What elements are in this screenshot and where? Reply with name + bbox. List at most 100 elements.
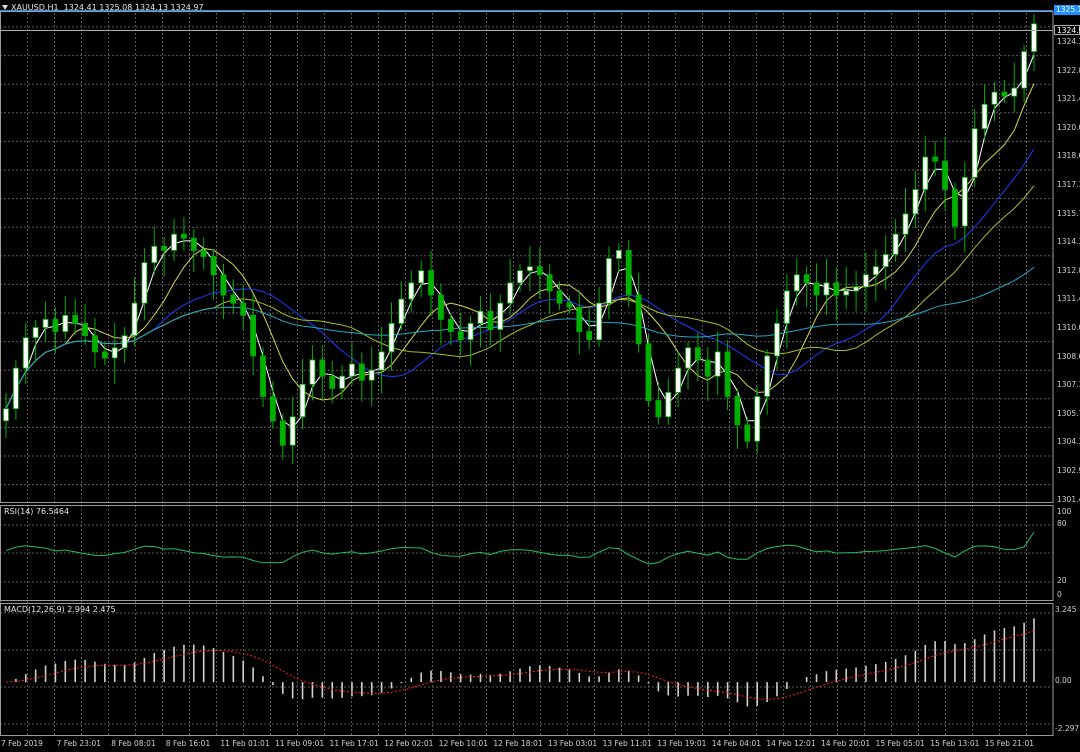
candle-body	[82, 323, 88, 337]
candle-body	[704, 359, 711, 377]
time-tick-label: 11 Feb 09:01	[275, 739, 325, 748]
candlestick-series	[3, 13, 1037, 465]
ma-fast-line	[5, 54, 1035, 429]
candle-body	[744, 424, 751, 442]
candle-body	[724, 351, 731, 397]
price-tick-label: 1307.1	[1057, 380, 1080, 390]
candle-body	[250, 314, 257, 357]
candle-body	[3, 408, 9, 422]
time-tick-label: 14 Feb 20:01	[821, 739, 871, 748]
candle-body	[378, 351, 385, 371]
candle-body	[477, 310, 484, 324]
time-tick-label: 15 Feb 21:01	[984, 739, 1035, 748]
candle-body	[596, 302, 602, 341]
candle-body	[92, 335, 98, 353]
candle-body	[615, 249, 622, 259]
candle-body	[912, 189, 919, 215]
price-tick-label: 1322.8	[1057, 65, 1080, 75]
candle-body	[171, 233, 177, 251]
candle-body	[190, 237, 197, 251]
rsi-indicator	[5, 531, 1035, 565]
macd-indicator	[5, 618, 1035, 707]
rsi-line	[5, 531, 1035, 565]
candle-body	[517, 270, 523, 284]
candle-body	[200, 249, 207, 257]
candle-body	[151, 245, 158, 263]
candle-body	[981, 103, 988, 130]
candle-body	[497, 302, 504, 330]
candle-body	[1001, 91, 1008, 97]
rsi-level-label: 100	[1057, 507, 1072, 516]
candle-body	[349, 363, 355, 377]
candle-body	[932, 156, 939, 162]
candle-body	[42, 318, 49, 328]
candle-body	[101, 351, 108, 359]
candle-body	[783, 290, 790, 324]
time-tick-label: 14 Feb 12:01	[766, 739, 816, 748]
candle-body	[843, 290, 850, 296]
candle-body	[408, 282, 415, 300]
candle-body	[774, 323, 780, 357]
candle-body	[467, 323, 474, 341]
candle-body	[329, 375, 336, 389]
candle-body	[269, 396, 276, 422]
rsi-level-label: 0	[1057, 590, 1062, 599]
candle-body	[606, 258, 612, 304]
time-tick-label: 7 Feb 2019	[1, 739, 43, 748]
candle-body	[32, 327, 39, 339]
candle-body	[260, 355, 266, 397]
candle-body	[121, 335, 128, 349]
price-tick-label: 1314.3	[1057, 237, 1080, 247]
time-tick-label: 12 Feb 10:01	[438, 739, 489, 748]
macd-label: MACD(12,26,9) 2.994 2.475	[4, 605, 116, 614]
chart-canvas[interactable]	[0, 0, 1080, 752]
candle-body	[853, 286, 859, 292]
candle-body	[971, 128, 978, 178]
candle-body	[685, 347, 691, 369]
candle-body	[22, 337, 29, 369]
candle-body	[922, 156, 929, 190]
pane-frames	[0, 10, 1054, 736]
candle-body	[556, 290, 563, 304]
time-tick-label: 8 Feb 16:01	[165, 739, 211, 748]
candle-body	[52, 318, 59, 332]
candle-body	[181, 233, 187, 239]
candle-body	[457, 331, 464, 341]
time-tick-label: 8 Feb 08:01	[111, 739, 156, 748]
candle-body	[764, 355, 771, 397]
candle-body	[418, 270, 425, 284]
candle-body	[952, 189, 958, 227]
time-tick-label: 14 Feb 04:01	[711, 739, 762, 748]
candle-body	[892, 233, 899, 255]
price-tick-label: 1315.7	[1057, 208, 1080, 218]
candle-body	[72, 314, 79, 324]
price-tick-label: 1304.3	[1057, 437, 1080, 447]
moving-averages	[5, 54, 1035, 429]
dropdown-arrow-icon[interactable]	[2, 5, 8, 10]
candle-body	[961, 176, 968, 227]
candle-body	[388, 323, 395, 353]
candle-body	[161, 245, 168, 251]
chart-grid	[0, 13, 1053, 735]
rsi-level-label: 20	[1057, 576, 1067, 585]
candle-body	[863, 274, 869, 288]
candle-body	[793, 274, 800, 292]
candle-body	[754, 396, 761, 442]
candle-body	[339, 375, 345, 389]
candle-body	[398, 298, 405, 324]
time-tick-label: 15 Feb 05:01	[875, 739, 925, 748]
rsi-level-label: 80	[1057, 519, 1067, 528]
ask-price-tag: 1325.1	[1054, 5, 1080, 15]
candle-body	[833, 282, 840, 296]
candle-body	[487, 310, 494, 330]
candle-body	[1011, 87, 1018, 97]
symbol-header[interactable]: XAUUSD,H1 1324.41 1325.08 1324.13 1324.9…	[2, 3, 204, 13]
time-tick-label: 13 Feb 19:01	[657, 739, 707, 748]
symbol-name: XAUUSD,H1	[11, 3, 59, 12]
macd-signal-line	[5, 630, 1035, 701]
price-tick-label: 1324.3	[1057, 37, 1080, 46]
candle-body	[131, 302, 138, 337]
candle-body	[220, 274, 227, 296]
candle-body	[368, 369, 375, 381]
candle-body	[823, 282, 830, 296]
